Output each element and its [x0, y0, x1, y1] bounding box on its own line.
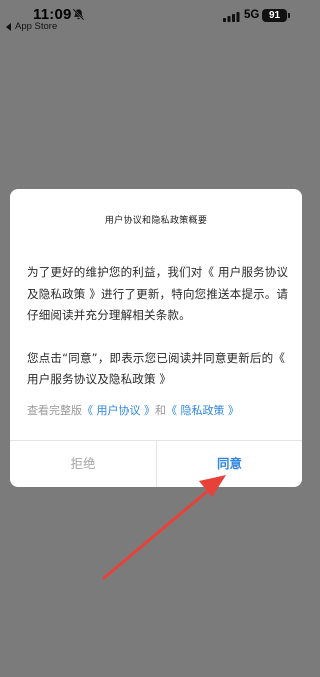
dialog-title: 用户协议和隐私政策概要 [104, 216, 208, 226]
battery-tip [288, 13, 290, 18]
privacy-policy-link[interactable]: 《 隐私政策 》 [166, 404, 239, 417]
full-version-links: 查看完整版《 用户协议 》和《 隐私政策 》 [27, 402, 239, 418]
reject-button[interactable]: 拒绝 [10, 441, 156, 487]
dialog-body: 为了更好的维护您的利益，我们对《 用户服务协议及隐私政策 》进行了更新，特向您推… [27, 262, 289, 391]
user-agreement-link[interactable]: 《 用户协议 》 [82, 404, 155, 417]
agree-button[interactable]: 同意 [157, 441, 302, 487]
dialog-paragraph-consent: 您点击“同意”，即表示您已阅读并同意更新后的《 用户服务协议及隐私政策 》 [27, 350, 286, 387]
status-bar: 11:09 App Store 5G 91 [0, 0, 311, 34]
bell-slash-icon [72, 8, 85, 21]
dialog-paragraph-update: 为了更好的维护您的利益，我们对《 用户服务协议及隐私政策 》进行了更新，特向您推… [27, 265, 289, 322]
signal-icon [223, 12, 240, 22]
battery-icon: 91 [262, 9, 287, 22]
network-type: 5G [244, 9, 260, 21]
links-and: 和 [155, 404, 166, 417]
back-label: App Store [15, 21, 58, 32]
back-triangle-icon [6, 22, 11, 31]
links-prefix: 查看完整版 [27, 404, 82, 417]
privacy-dialog: 用户协议和隐私政策概要 为了更好的维护您的利益，我们对《 用户服务协议及隐私政策… [10, 189, 302, 487]
back-to-app-store[interactable]: App Store [6, 21, 57, 32]
